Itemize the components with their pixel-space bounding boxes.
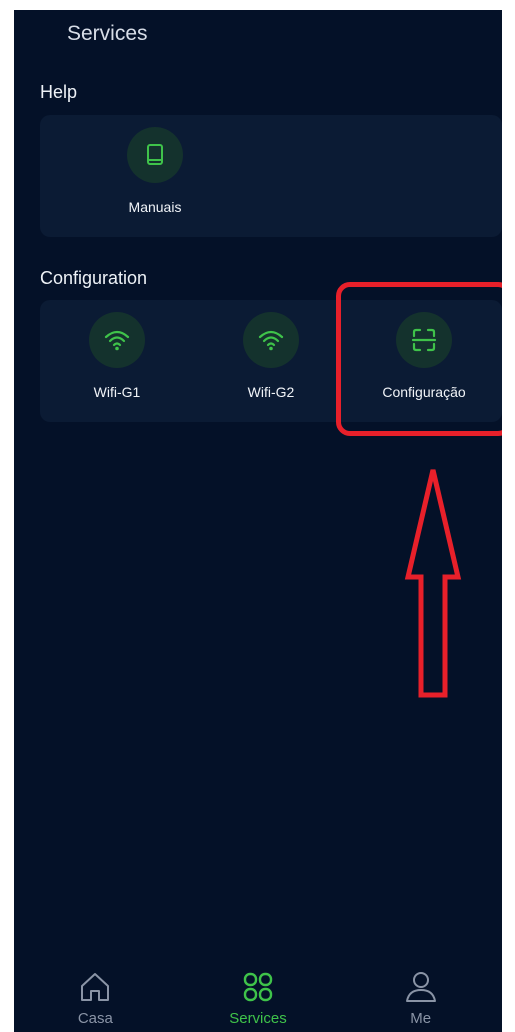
scan-icon — [396, 312, 452, 368]
wifi-icon — [89, 312, 145, 368]
nav-item-services[interactable]: Services — [198, 960, 318, 1032]
nav-label-casa: Casa — [77, 1010, 113, 1027]
nav-item-me[interactable]: Me — [361, 960, 481, 1032]
configuracao-label: Configuração — [382, 384, 466, 400]
manuais-tile[interactable]: Manuais — [90, 127, 220, 227]
bottom-nav: Casa Services Me — [14, 960, 502, 1032]
wifi-g1-label: Wifi-G1 — [93, 384, 141, 400]
book-icon — [127, 127, 183, 183]
wifi-g2-tile[interactable]: Wifi-G2 — [206, 312, 336, 412]
help-card: Manuais — [40, 115, 502, 237]
page-title: Services — [67, 22, 148, 45]
home-icon — [81, 973, 110, 1001]
configuration-card: Wifi-G1 Wifi-G2 Configuração — [40, 300, 502, 422]
wifi-icon — [243, 312, 299, 368]
up-arrow-annotation — [404, 469, 462, 698]
configuracao-tile[interactable]: Configuração — [359, 312, 489, 412]
configuration-section-title: Configuration — [40, 268, 148, 288]
grid-icon — [243, 972, 273, 1002]
nav-label-me: Me — [410, 1010, 432, 1027]
nav-item-casa[interactable]: Casa — [35, 960, 155, 1032]
services-screen: Services Help Manuais Configuration Wifi… — [14, 10, 502, 1032]
nav-label-services: Services — [229, 1010, 287, 1027]
manuais-label: Manuais — [128, 199, 182, 215]
help-section-title: Help — [40, 82, 78, 102]
wifi-g1-tile[interactable]: Wifi-G1 — [52, 312, 182, 412]
user-icon — [405, 972, 436, 1002]
wifi-g2-label: Wifi-G2 — [247, 384, 295, 400]
